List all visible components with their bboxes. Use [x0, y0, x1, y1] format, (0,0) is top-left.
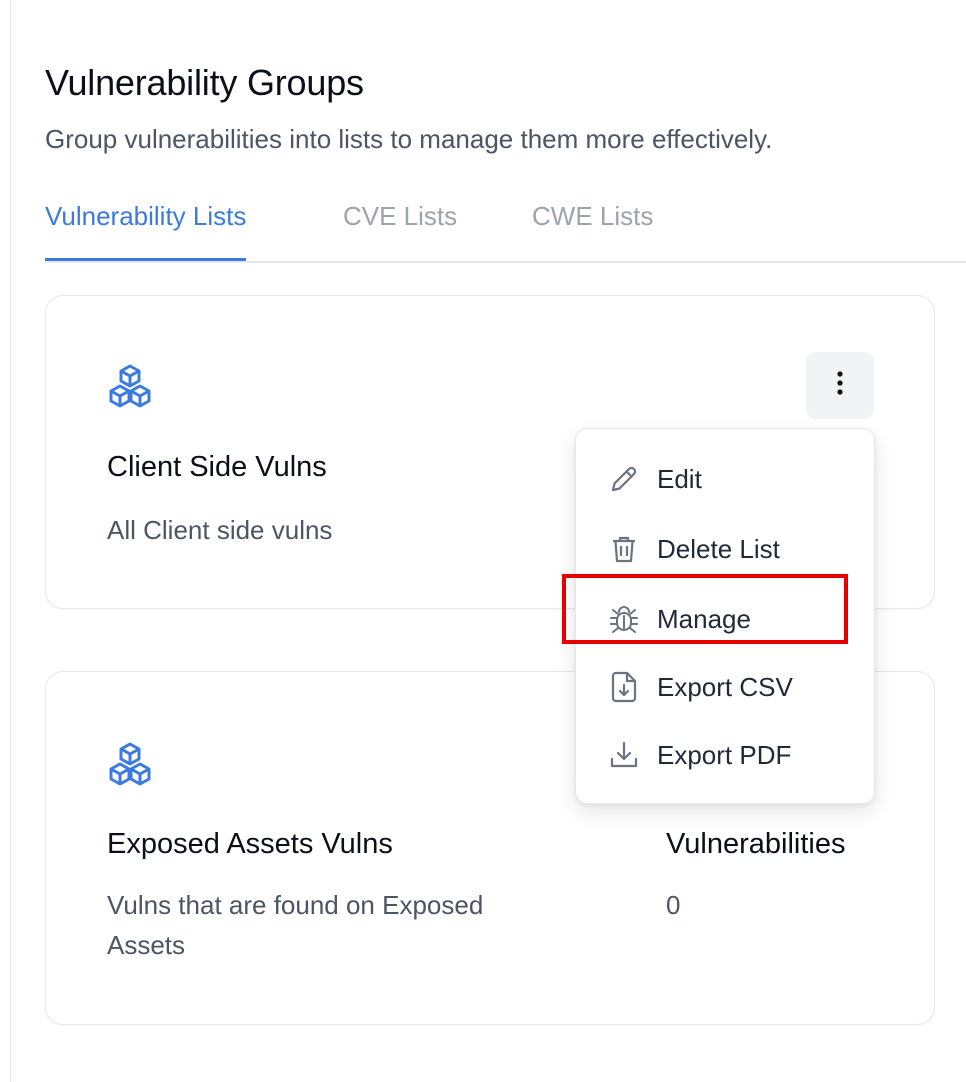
menu-item-delete-list[interactable]: Delete List	[576, 519, 874, 579]
pencil-icon	[608, 463, 640, 495]
cubes-icon	[107, 742, 153, 786]
card-description: Vulns that are found on Exposed Assets	[107, 890, 484, 960]
page-subtitle: Group vulnerabilities into lists to mana…	[45, 124, 773, 154]
menu-item-export-pdf[interactable]: Export PDF	[576, 725, 874, 785]
tab-vulnerability-lists[interactable]: Vulnerability Lists	[45, 190, 247, 261]
menu-item-label: Delete List	[657, 533, 780, 564]
trash-icon	[608, 533, 640, 565]
menu-item-edit[interactable]: Edit	[576, 449, 874, 509]
more-options-button[interactable]	[806, 352, 874, 419]
kebab-icon	[836, 370, 844, 401]
file-download-icon	[608, 671, 640, 703]
card-description: All Client side vulns	[107, 515, 333, 545]
menu-item-manage[interactable]: Manage	[576, 589, 874, 649]
menu-item-label: Export PDF	[657, 739, 792, 770]
tab-cve-lists[interactable]: CVE Lists	[343, 190, 457, 261]
left-divider	[10, 0, 11, 1082]
tab-cwe-lists[interactable]: CWE Lists	[532, 190, 653, 261]
card-title: Client Side Vulns	[107, 451, 327, 483]
menu-item-export-csv[interactable]: Export CSV	[576, 657, 874, 717]
download-icon	[608, 739, 640, 771]
vulnerabilities-stat-label: Vulnerabilities	[666, 828, 846, 860]
menu-item-label: Manage	[657, 603, 751, 634]
card-title: Exposed Assets Vulns	[107, 828, 393, 860]
menu-item-label: Edit	[657, 463, 702, 494]
tab-bar: Vulnerability Lists CVE Lists CWE Lists	[45, 190, 966, 263]
menu-item-label: Export CSV	[657, 671, 793, 702]
vulnerabilities-count: 0	[666, 890, 681, 920]
cubes-icon	[107, 364, 153, 408]
card-actions-menu: Edit Delete List Manage Export CSV Expor…	[575, 428, 875, 804]
page-title: Vulnerability Groups	[45, 62, 364, 103]
bug-icon	[608, 603, 640, 635]
